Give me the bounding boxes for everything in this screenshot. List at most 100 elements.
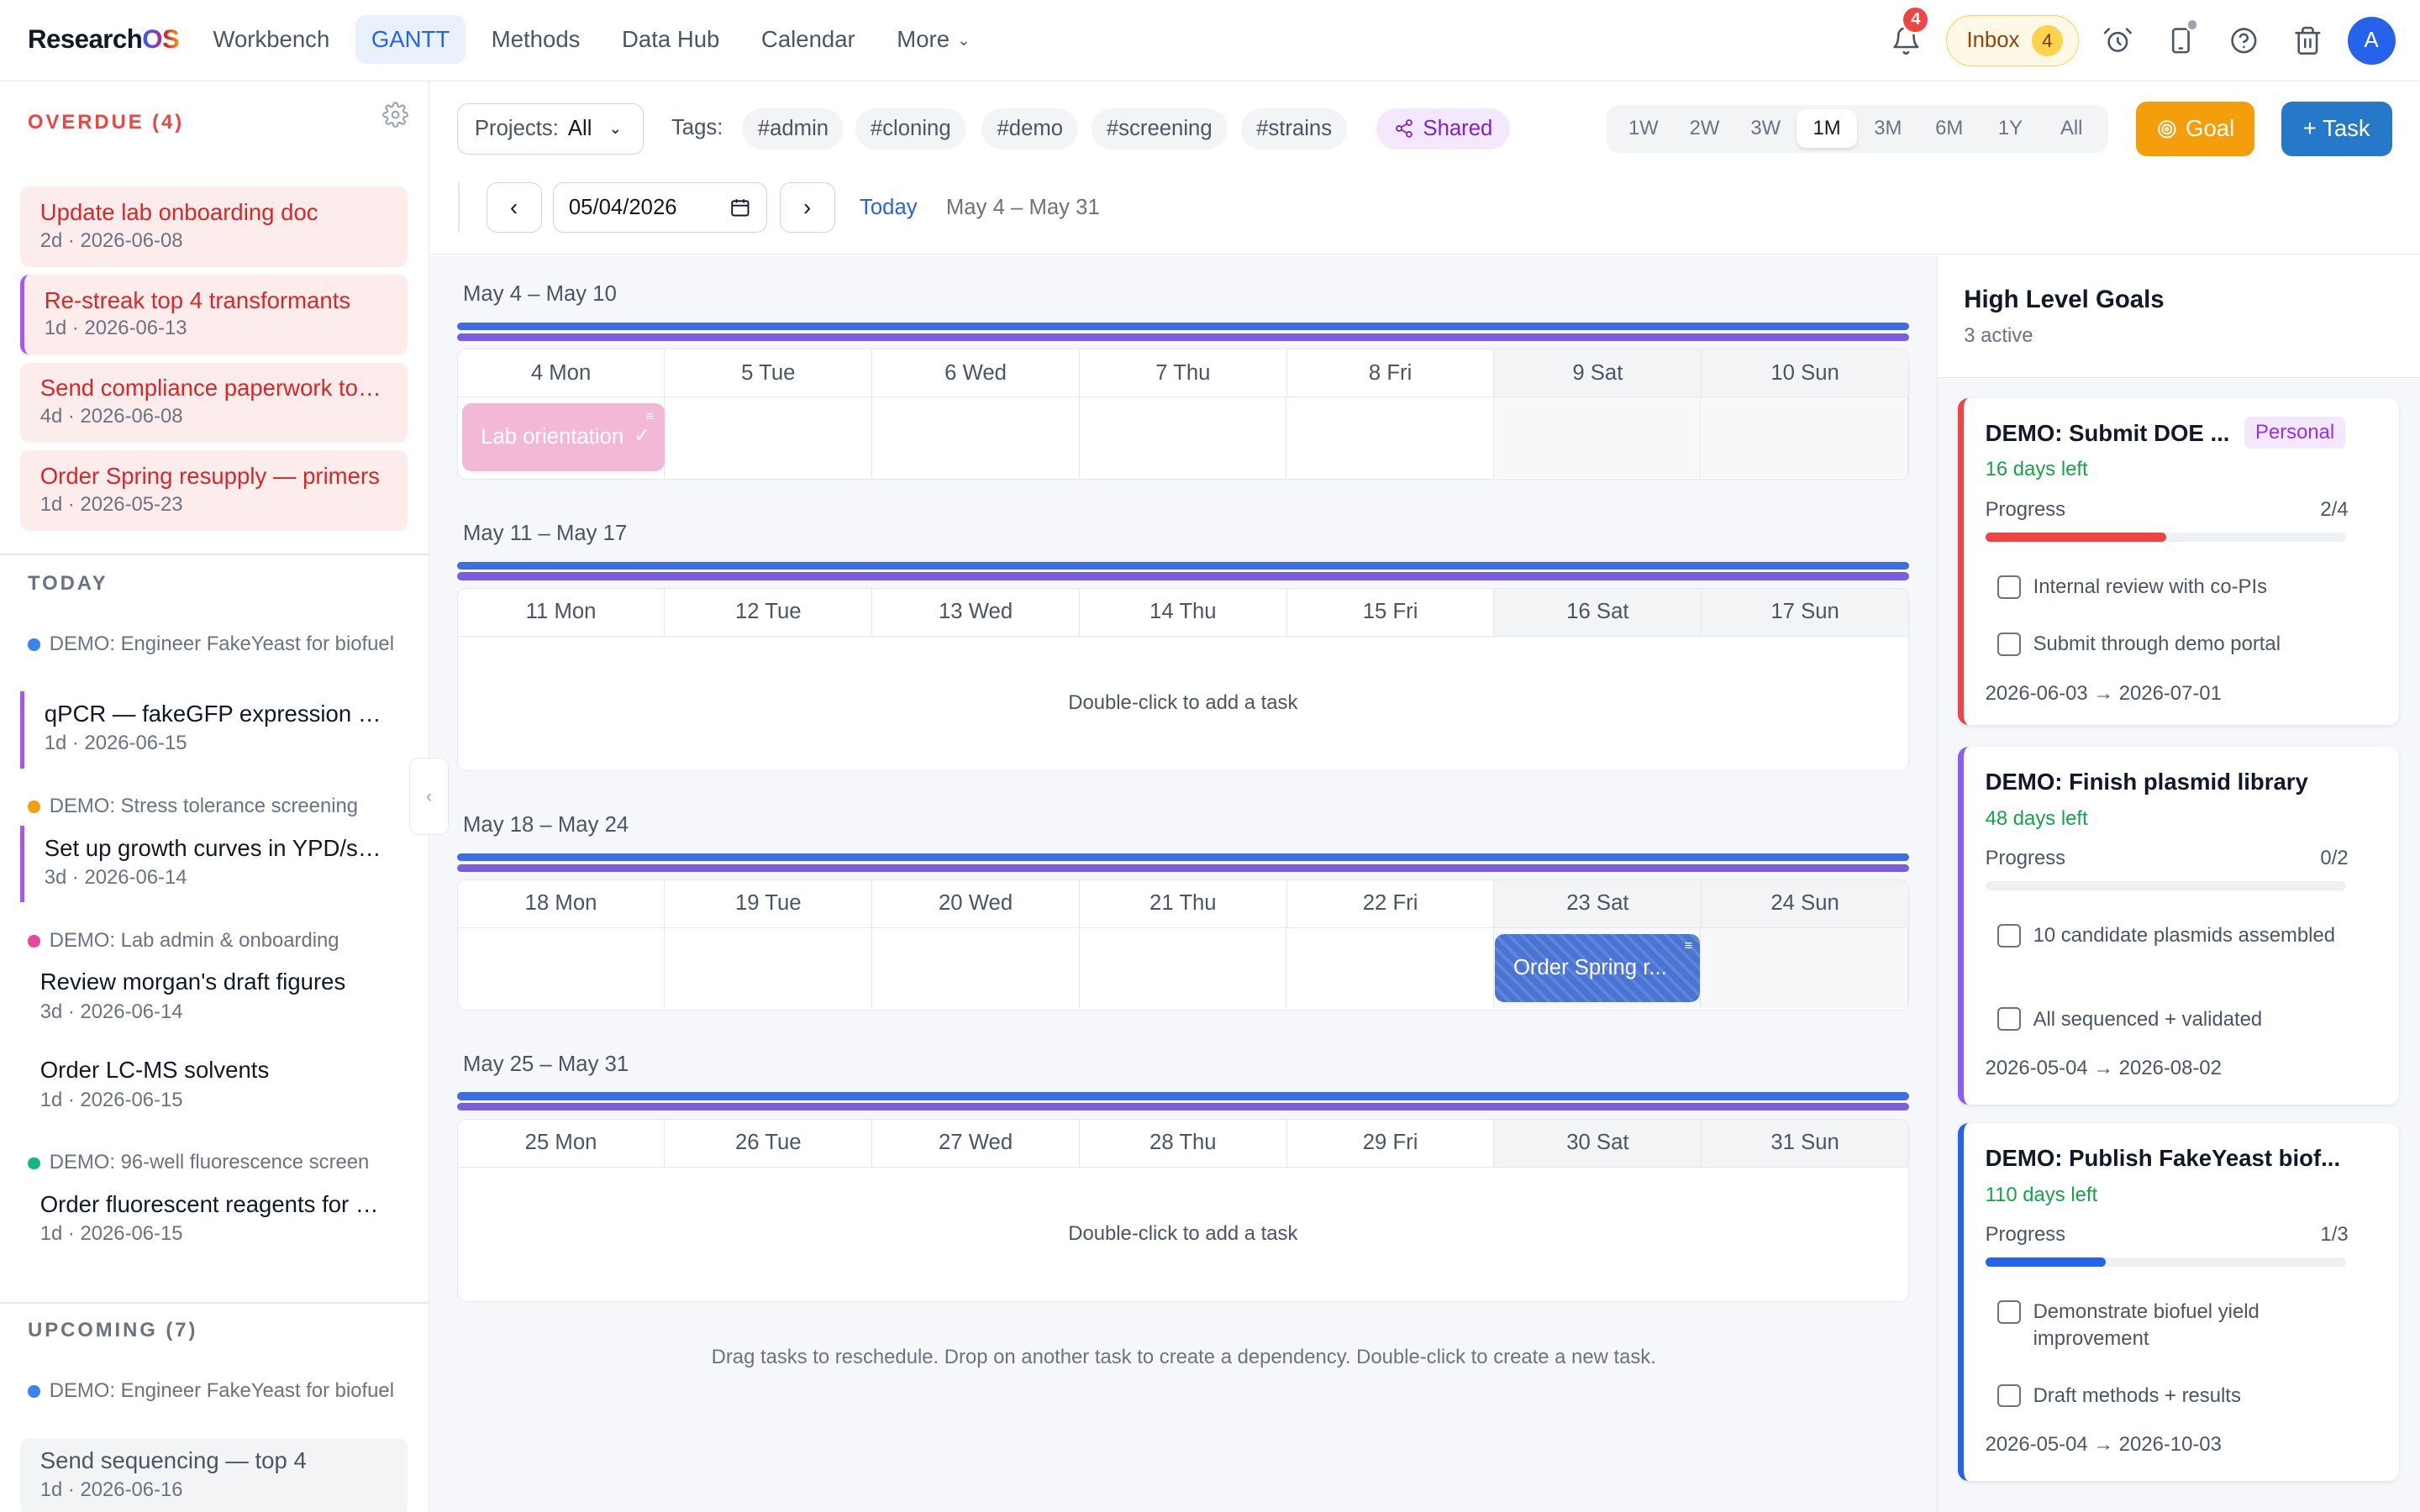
drag-handle-icon[interactable]: ≡ <box>645 408 654 425</box>
day-cell[interactable] <box>665 397 872 478</box>
nav-calendar[interactable]: Calendar <box>746 15 871 64</box>
gantt-task-bar[interactable]: Order Spring r... ≡ <box>1494 934 1701 1002</box>
checkbox[interactable] <box>1997 1300 2021 1324</box>
tag-filter-chip[interactable]: #admin <box>742 108 844 150</box>
task-meta: 1d · 2026-06-13 <box>44 317 187 340</box>
goal-card[interactable]: DEMO: Finish plasmid library 48 days lef… <box>1957 746 2400 1105</box>
project-timeline-bar[interactable] <box>456 561 1909 570</box>
nav-methods[interactable]: Methods <box>476 15 595 64</box>
day-cell[interactable] <box>1286 927 1494 1009</box>
nav-data-hub[interactable]: Data Hub <box>607 15 735 64</box>
drag-handle-icon[interactable]: ≡ <box>1684 937 1692 954</box>
range-1y[interactable]: 1Y <box>1980 109 2041 148</box>
project-timeline-bar[interactable] <box>456 333 1909 341</box>
checkbox[interactable] <box>1997 1007 2021 1031</box>
day-header: 10 Sun <box>1702 349 1908 397</box>
tag-filter-chip[interactable]: #demo <box>981 108 1079 150</box>
date-picker-input[interactable]: 05/04/2026 <box>552 181 767 234</box>
today-task-card[interactable]: Order fluorescent reagents for screen 1d … <box>20 1182 408 1259</box>
project-timeline-bar[interactable] <box>456 1103 1909 1111</box>
overdue-task-card[interactable]: Order Spring resupply — primers 1d · 2026… <box>19 450 408 531</box>
day-cell[interactable] <box>1701 927 1908 1009</box>
day-cell[interactable] <box>1079 927 1287 1009</box>
today-task-card[interactable]: Order LC-MS solvents 1d · 2026-06-15 <box>20 1047 408 1125</box>
day-cell[interactable] <box>1286 397 1494 478</box>
project-timeline-bar[interactable] <box>456 864 1909 872</box>
empty-week-hint[interactable]: Double-click to add a task <box>457 636 1908 769</box>
day-cell[interactable] <box>1493 397 1702 478</box>
day-cell[interactable] <box>1701 397 1908 478</box>
goal-checklist-item[interactable]: All sequenced + validated <box>1997 1006 2352 1032</box>
overdue-task-card[interactable]: Send compliance paperwork to IRB 4d · 202… <box>19 362 408 444</box>
goal-checklist-item[interactable]: Draft methods + results <box>1997 1383 2352 1409</box>
nav-workbench[interactable]: Workbench <box>197 15 345 64</box>
tag-filter-chip[interactable]: #screening <box>1091 108 1228 150</box>
upcoming-task-card[interactable]: Send sequencing — top 4 1d · 2026-06-16 <box>19 1437 408 1512</box>
goal-checklist-item[interactable]: 10 candidate plasmids assembled <box>1997 922 2352 948</box>
user-avatar[interactable]: A <box>2347 17 2396 66</box>
add-goal-button[interactable]: Goal <box>2135 102 2255 156</box>
tag-filter-chip[interactable]: #strains <box>1240 108 1348 150</box>
today-task-card[interactable]: Set up growth curves in YPD/stress media… <box>19 825 408 903</box>
tag-filter-chip[interactable]: #cloning <box>855 108 966 150</box>
goal-checklist-item[interactable]: Internal review with co-PIs <box>1997 574 2352 600</box>
check-icon: ✓ <box>634 424 651 448</box>
day-cell[interactable] <box>457 927 666 1009</box>
app-logo[interactable]: ResearchOS <box>28 24 180 55</box>
overdue-task-card[interactable]: Re-streak top 4 transformants 1d · 2026-0… <box>19 274 408 355</box>
goal-checklist-item[interactable]: Demonstrate biofuel yield improvement <box>1997 1299 2352 1351</box>
goal-card[interactable]: DEMO: Submit DOE ... Personal 16 days le… <box>1957 397 2400 726</box>
previous-period-button[interactable]: ‹ <box>486 181 542 234</box>
range-all[interactable]: All <box>2041 109 2102 148</box>
range-1w[interactable]: 1W <box>1612 109 1674 148</box>
task-meta: 3d · 2026-06-14 <box>39 1000 183 1023</box>
day-header: 17 Sun <box>1702 588 1908 636</box>
notifications-button[interactable]: 4 <box>1878 5 1933 66</box>
nav-gantt[interactable]: GANTT <box>355 15 466 65</box>
day-cell[interactable] <box>1079 397 1287 478</box>
goal-checklist-item[interactable]: Submit through demo portal <box>1997 631 2352 657</box>
day-header: 21 Thu <box>1079 879 1287 927</box>
range-6m[interactable]: 6M <box>1918 109 1980 148</box>
checkbox[interactable] <box>1997 1383 2021 1408</box>
nav-more[interactable]: More ⌄ <box>881 15 986 64</box>
checkbox[interactable] <box>1997 924 2021 948</box>
range-1m[interactable]: 1M <box>1796 109 1858 149</box>
device-button[interactable] <box>2153 16 2208 66</box>
empty-week-hint[interactable]: Double-click to add a task <box>457 1167 1908 1300</box>
alarm-clock-icon <box>2103 28 2132 53</box>
next-period-button[interactable]: › <box>779 181 835 234</box>
project-timeline-bar[interactable] <box>456 1092 1909 1100</box>
day-cell[interactable] <box>871 927 1080 1009</box>
projects-filter-select[interactable]: Projects: All ⌄ <box>456 103 644 155</box>
day-cell[interactable] <box>665 927 872 1009</box>
day-cell[interactable] <box>871 397 1080 478</box>
progress-bar <box>1985 1257 2347 1267</box>
gantt-task-bar[interactable]: Lab orientation ✓ ≡ <box>462 403 665 472</box>
add-task-button[interactable]: + Task <box>2281 102 2392 156</box>
collapse-sidebar-button[interactable]: ‹ <box>408 757 450 835</box>
day-header: 25 Mon <box>457 1119 666 1167</box>
shared-filter-chip[interactable]: Shared <box>1376 108 1510 150</box>
sidebar-settings-button[interactable] <box>381 102 408 129</box>
project-timeline-bar[interactable] <box>456 572 1909 580</box>
overdue-task-card[interactable]: Update lab onboarding doc 2d · 2026-06-08 <box>19 186 408 267</box>
inbox-button[interactable]: Inbox 4 <box>1945 15 2080 66</box>
day-cells-row[interactable]: Double-click to add a task <box>457 636 1908 769</box>
checkbox[interactable] <box>1997 575 2021 599</box>
range-2w[interactable]: 2W <box>1674 109 1735 148</box>
range-3m[interactable]: 3M <box>1857 109 1918 148</box>
range-3w[interactable]: 3W <box>1735 109 1797 148</box>
project-timeline-bar[interactable] <box>456 322 1909 331</box>
today-task-card[interactable]: Review morgan's draft figures 3d · 2026-0… <box>20 959 408 1037</box>
trash-button[interactable] <box>2280 16 2335 66</box>
today-button[interactable]: Today <box>860 196 918 220</box>
project-timeline-bar[interactable] <box>456 853 1909 861</box>
goal-card[interactable]: DEMO: Publish FakeYeast biof... 110 days… <box>1957 1123 2400 1482</box>
checkbox[interactable] <box>1997 633 2021 656</box>
alarm-button[interactable] <box>2090 16 2145 66</box>
day-cells-row[interactable]: Double-click to add a task <box>457 1167 1908 1300</box>
help-button[interactable] <box>2217 16 2272 66</box>
task-title: Send sequencing — top 4 <box>39 1446 307 1473</box>
today-task-card[interactable]: qPCR — fakeGFP expression validation 1d ·… <box>19 690 408 769</box>
